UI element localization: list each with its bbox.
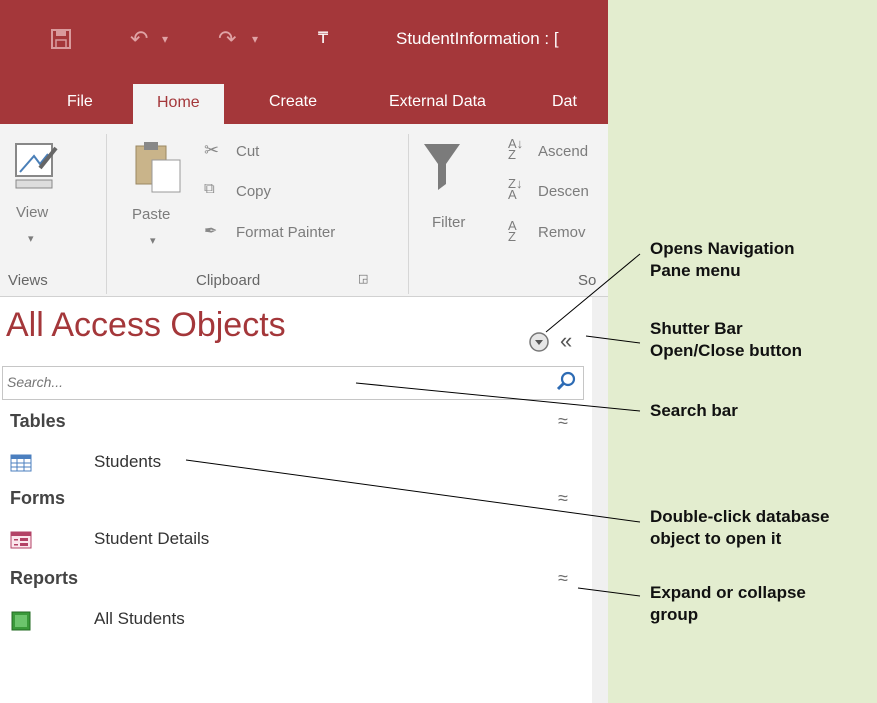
callout-line-collapse (577, 587, 641, 597)
callout-line-search (355, 382, 641, 412)
callout-line-menu (545, 253, 641, 333)
callout-lines (185, 253, 641, 597)
callout-line-object (185, 459, 641, 523)
callout-line-shutter (585, 335, 641, 344)
